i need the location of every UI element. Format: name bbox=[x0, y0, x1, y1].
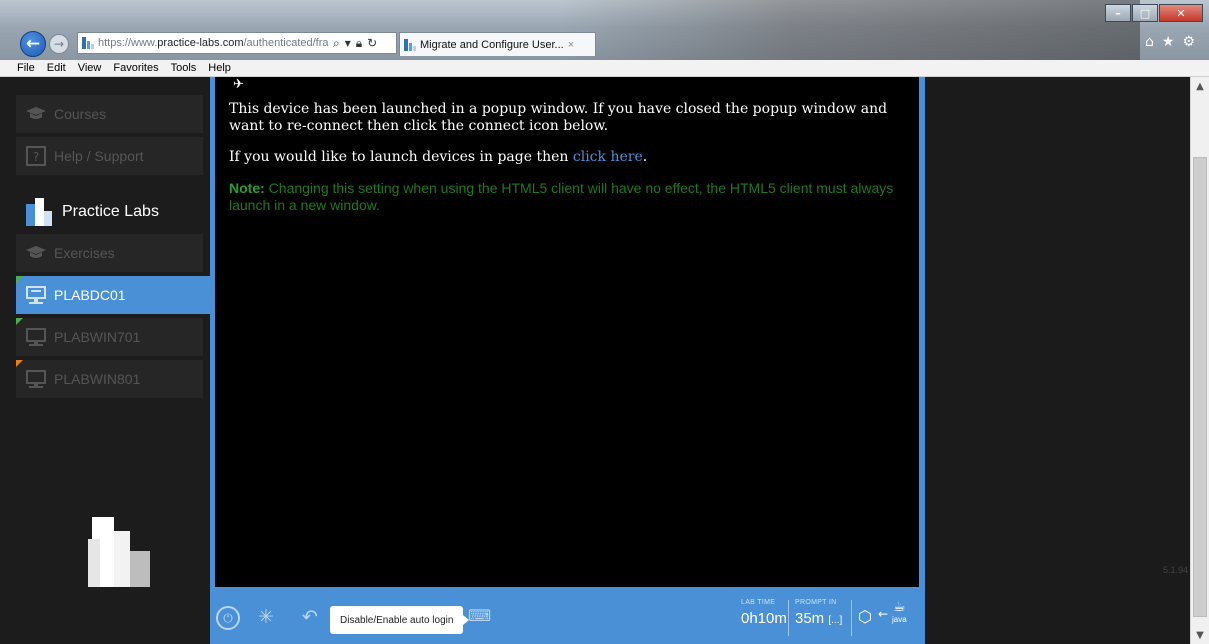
brand-practice-labs: Practice Labs bbox=[26, 198, 159, 226]
sidebar: Courses ? Help / Support Practice Labs E… bbox=[0, 77, 210, 644]
scroll-thumb[interactable] bbox=[1193, 157, 1207, 617]
device-item-plabdc01[interactable]: PLABDC01 bbox=[16, 276, 210, 314]
device-console-panel: ✈ This device has been launched in a pop… bbox=[215, 77, 919, 587]
status-tag-orange bbox=[16, 360, 23, 367]
java-icon[interactable]: ☕︎ java bbox=[892, 599, 907, 624]
click-here-link[interactable]: click here bbox=[573, 149, 643, 165]
prompt-in-label: PROMPT IN bbox=[795, 599, 837, 606]
sidebar-item-label: Exercises bbox=[54, 245, 115, 261]
close-icon[interactable]: ✕ bbox=[1159, 4, 1203, 22]
right-panel: 5.1.94 bbox=[925, 77, 1190, 644]
popup-message: This device has been launched in a popup… bbox=[229, 101, 888, 134]
pin-icon[interactable]: ✈ bbox=[233, 77, 244, 92]
sidebar-item-exercises[interactable]: Exercises bbox=[16, 234, 203, 272]
html5-icon[interactable]: ⬡ bbox=[858, 607, 872, 626]
keyboard-disconnect-icon[interactable]: ⌨ bbox=[468, 606, 491, 625]
menu-file[interactable]: File bbox=[17, 62, 35, 74]
sidebar-item-label: Help / Support bbox=[54, 148, 144, 164]
forward-arrow-icon[interactable]: → bbox=[49, 34, 69, 54]
settings-gear-icon[interactable]: ⚙ bbox=[1182, 34, 1195, 50]
power-icon[interactable]: ⏻ bbox=[216, 606, 240, 630]
dropdown-icon[interactable]: ▾ bbox=[345, 36, 351, 51]
lock-icon[interactable]: 🔒︎ bbox=[356, 36, 362, 51]
sidebar-item-label: Courses bbox=[54, 106, 107, 122]
lab-time-value: 0h10m bbox=[741, 610, 787, 627]
page: Courses ? Help / Support Practice Labs E… bbox=[0, 77, 1209, 644]
lab-time-label: LAB TIME bbox=[741, 599, 776, 606]
message-text: If you would like to launch devices in p… bbox=[229, 149, 573, 165]
graduation-cap-icon bbox=[24, 104, 48, 124]
sidebar-item-courses[interactable]: Courses bbox=[16, 95, 203, 133]
url-domain: practice-labs.com bbox=[157, 37, 244, 49]
minimize-icon[interactable]: – bbox=[1105, 4, 1131, 22]
window-background bbox=[560, 0, 1140, 60]
note-label: Note: bbox=[229, 180, 265, 196]
scroll-up-icon[interactable]: ▲ bbox=[1191, 77, 1209, 95]
device-label: PLABWIN801 bbox=[54, 371, 141, 387]
site-favicon-icon bbox=[82, 37, 94, 49]
menu-favorites[interactable]: Favorites bbox=[113, 62, 158, 74]
message-suffix: . bbox=[642, 149, 648, 165]
switch-arrow-icon: ← bbox=[878, 607, 889, 621]
svg-text:?: ? bbox=[33, 150, 39, 164]
status-tag-green bbox=[16, 318, 23, 325]
favorites-star-icon[interactable]: ★ bbox=[1162, 34, 1175, 50]
java-label: java bbox=[892, 615, 907, 624]
tab-migrate-configure[interactable]: Migrate and Configure User... × bbox=[399, 32, 596, 56]
auto-login-tooltip: Disable/Enable auto login bbox=[330, 606, 470, 634]
menu-help[interactable]: Help bbox=[208, 62, 231, 74]
graduation-cap-icon bbox=[24, 243, 48, 263]
back-arrow-icon[interactable]: ← bbox=[20, 31, 46, 57]
monitor-icon bbox=[24, 369, 48, 389]
scroll-down-icon[interactable]: ▼ bbox=[1191, 626, 1209, 644]
status-tag-green bbox=[16, 276, 23, 283]
menu-view[interactable]: View bbox=[78, 62, 102, 74]
browser-chrome: ← → https://www.practice-labs.com/authen… bbox=[0, 0, 1209, 60]
sidebar-item-help-support[interactable]: ? Help / Support bbox=[16, 137, 203, 175]
prompt-in: PROMPT IN 35m [...] bbox=[795, 599, 842, 627]
server-icon bbox=[24, 285, 48, 305]
reset-spinner-icon[interactable]: ✳ bbox=[258, 606, 274, 628]
device-label: PLABWIN701 bbox=[54, 329, 141, 345]
address-bar[interactable]: https://www.practice-labs.com/authentica… bbox=[77, 32, 397, 54]
divider bbox=[851, 600, 852, 636]
device-toolbar: ⏻ ✳ ↶ Disable/Enable auto login ⌨ LAB TI… bbox=[210, 587, 925, 644]
divider bbox=[788, 600, 789, 636]
practice-labs-logo-icon bbox=[26, 198, 52, 226]
menu-bar: File Edit View Favorites Tools Help bbox=[0, 60, 1209, 77]
url-prefix: https://www. bbox=[98, 37, 158, 49]
maximize-icon[interactable]: □ bbox=[1132, 4, 1158, 22]
version-label: 5.1.94 bbox=[1162, 565, 1188, 575]
html5-note: Note: Changing this setting when using t… bbox=[229, 180, 905, 214]
tab-close-icon[interactable]: × bbox=[568, 39, 574, 51]
tab-title: Migrate and Configure User... bbox=[420, 38, 564, 51]
device-item-plabwin801[interactable]: PLABWIN801 bbox=[16, 360, 203, 398]
prompt-in-value: 35m bbox=[795, 610, 825, 627]
practice-labs-large-logo-icon bbox=[88, 517, 150, 587]
search-icon[interactable]: ⌕ bbox=[333, 36, 340, 51]
device-label: PLABDC01 bbox=[54, 287, 126, 303]
help-question-icon: ? bbox=[24, 146, 48, 166]
brand-name: Practice Labs bbox=[62, 203, 159, 220]
note-text: Changing this setting when using the HTM… bbox=[229, 180, 894, 213]
url-path: /authenticated/fra bbox=[243, 37, 329, 49]
refresh-icon[interactable]: ↻ bbox=[367, 36, 377, 51]
undo-icon[interactable]: ↶ bbox=[302, 606, 318, 628]
launch-in-page-message: If you would like to launch devices in p… bbox=[229, 149, 905, 166]
menu-tools[interactable]: Tools bbox=[171, 62, 197, 74]
device-item-plabwin701[interactable]: PLABWIN701 bbox=[16, 318, 203, 356]
site-favicon-icon bbox=[404, 38, 416, 51]
url-text[interactable]: https://www.practice-labs.com/authentica… bbox=[98, 37, 330, 49]
monitor-icon bbox=[24, 327, 48, 347]
page-scrollbar[interactable]: ▲ ▼ bbox=[1190, 77, 1209, 644]
menu-edit[interactable]: Edit bbox=[47, 62, 66, 74]
prompt-more-button[interactable]: [...] bbox=[828, 615, 842, 626]
home-icon[interactable]: ⌂ bbox=[1145, 34, 1154, 50]
lab-time: LAB TIME 0h10m bbox=[741, 599, 787, 627]
